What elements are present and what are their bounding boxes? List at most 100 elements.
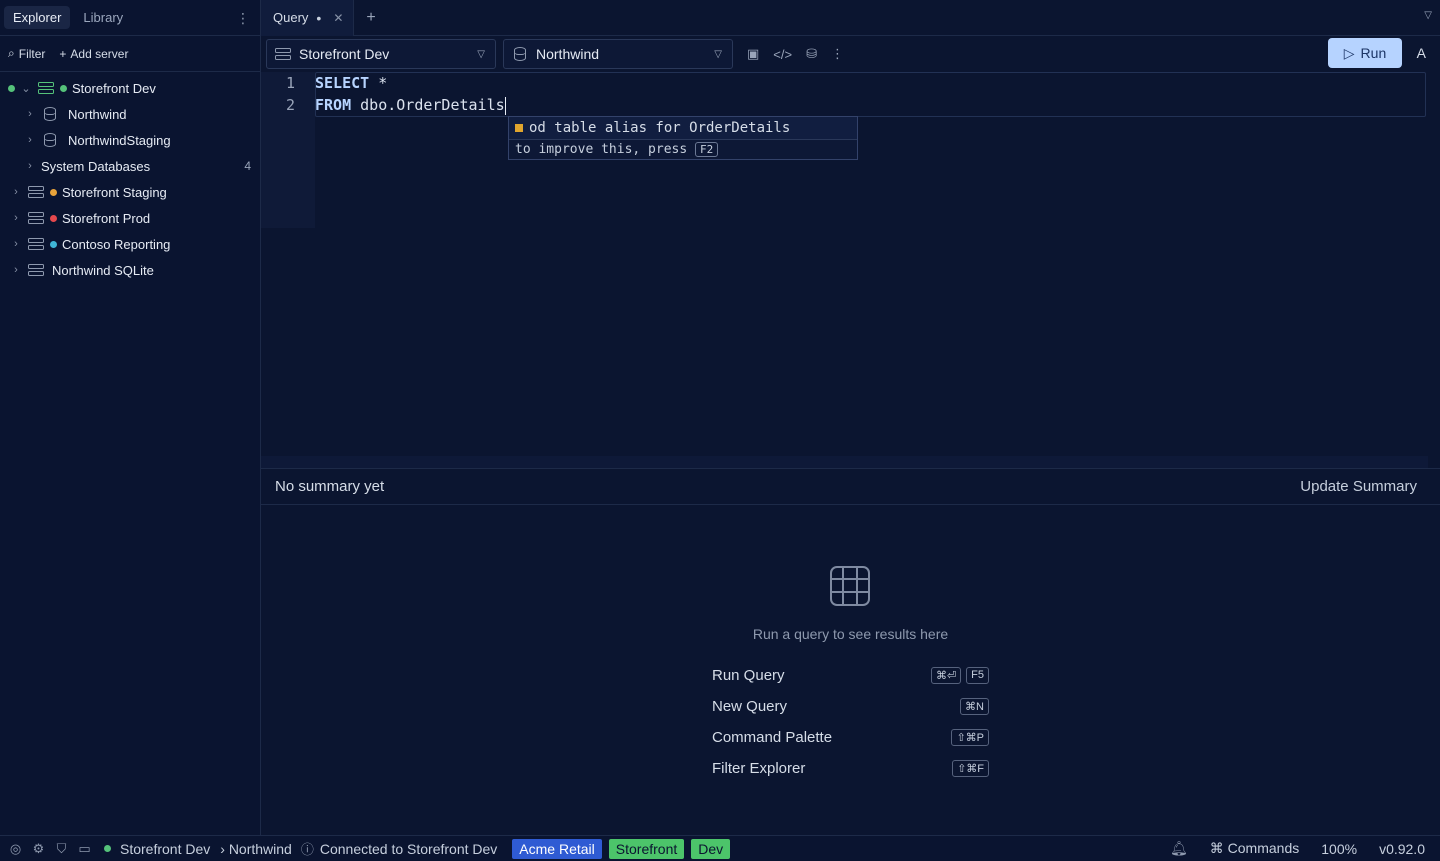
database-search-icon[interactable]: ⛁ (806, 46, 817, 62)
info-icon: ⓘ (300, 842, 314, 857)
code-line: SELECT * (315, 72, 506, 94)
tree-item-northwind[interactable]: › Northwind (0, 101, 260, 127)
database-select[interactable]: Northwind ▽ (503, 39, 733, 69)
activity-icon[interactable]: ▭ (77, 841, 92, 857)
gear-icon[interactable]: ⚙ (31, 841, 46, 857)
code-icon[interactable]: </> (773, 47, 792, 62)
tab-query[interactable]: Query • ✕ (261, 0, 355, 36)
status-connected-text: Connected to Storefront Dev (319, 840, 498, 857)
tab-explorer[interactable]: Explorer (4, 6, 71, 29)
horizontal-scrollbar[interactable] (261, 456, 1428, 468)
sql-editor[interactable]: 1 2 SELECT * FROM dbo.OrderDetails od ta… (261, 72, 1440, 468)
search-icon: ⌕ (8, 46, 15, 60)
env-dot (60, 84, 67, 92)
version-label: v0.92.0 (1379, 840, 1425, 857)
server-icon (28, 212, 44, 224)
shortcut-keys: ⌘⏎ F5 (930, 667, 989, 684)
code-lines[interactable]: SELECT * FROM dbo.OrderDetails (315, 72, 507, 116)
chevron-right-icon[interactable]: › (24, 134, 36, 146)
server-icon (275, 48, 291, 60)
toolbar-extra-button[interactable]: A (1417, 45, 1426, 61)
filter-button[interactable]: ⌕ Filter (8, 46, 45, 61)
chevron-down-icon[interactable]: ▽ (1424, 10, 1432, 21)
server-icon (28, 264, 44, 276)
database-icon (44, 107, 56, 121)
shortcut-command-palette[interactable]: Command Palette ⇧⌘P (712, 722, 989, 753)
shortcut-key: ⇧⌘P (951, 729, 989, 746)
shortcut-key: F5 (966, 667, 989, 684)
shortcut-new-query[interactable]: New Query ⌘N (712, 691, 989, 722)
run-label: Run (1360, 45, 1387, 61)
tree-item-label: Storefront Staging (62, 184, 167, 200)
chevron-down-icon: ▽ (477, 48, 485, 60)
tree-item-label: NorthwindStaging (68, 132, 171, 148)
shortcut-label: Command Palette (712, 729, 833, 746)
command-key-icon: ⌘ (1209, 840, 1228, 856)
status-badge[interactable]: Acme Retail (512, 838, 602, 859)
connection-select[interactable]: Storefront Dev ▽ (266, 39, 496, 69)
env-dot (50, 188, 57, 196)
connected-dot (8, 84, 15, 92)
account-icon[interactable]: ◎ (8, 841, 23, 857)
tree-item-label: Contoso Reporting (62, 236, 171, 252)
tree-item-label: System Databases (41, 158, 151, 174)
status-badge[interactable]: Storefront (608, 838, 685, 859)
suggestion-item[interactable]: od table alias for OrderDetails (509, 117, 857, 139)
tree-item-northwind-sqlite[interactable]: › Northwind SQLite (0, 257, 260, 283)
suggestion-text: od table alias for OrderDetails (529, 120, 791, 136)
status-bar: ◎ ⚙ ⛉ ▭ Storefront Dev › Northwind ⓘ Con… (0, 835, 1440, 861)
close-icon[interactable]: ✕ (333, 11, 343, 25)
code-text: * (369, 74, 388, 92)
text-cursor (504, 96, 507, 115)
code-line: FROM dbo.OrderDetails (315, 94, 507, 116)
chevron-right-icon[interactable]: › (24, 160, 36, 172)
chevron-down-icon[interactable]: ⌄ (20, 82, 32, 95)
tree-item-storefront-staging[interactable]: › Storefront Staging (0, 179, 260, 205)
new-tab-plus-icon[interactable]: + (366, 9, 375, 27)
bell-icon[interactable]: 🔔︎ (1170, 840, 1188, 857)
shortcut-label: Run Query (712, 667, 785, 684)
tab-library[interactable]: Library (74, 6, 132, 29)
status-database[interactable]: › Northwind (220, 841, 292, 857)
env-dot (50, 214, 57, 222)
table-grid-icon (830, 566, 870, 606)
shortcut-list: Run Query ⌘⏎ F5 New Query ⌘N Command Pal… (712, 660, 989, 784)
line-number: 2 (285, 96, 295, 114)
server-icon (38, 82, 54, 94)
more-vertical-icon[interactable]: ⋮ (236, 10, 250, 27)
shortcut-run-query[interactable]: Run Query ⌘⏎ F5 (712, 660, 989, 691)
status-badge[interactable]: Dev (691, 838, 731, 859)
more-vertical-icon[interactable]: ⋮ (831, 46, 844, 62)
shield-icon[interactable]: ⛉ (54, 841, 69, 857)
chevron-down-icon: ▽ (714, 48, 722, 60)
status-connection[interactable]: Storefront Dev (120, 841, 210, 857)
database-icon (514, 47, 526, 61)
tree-item-storefront-prod[interactable]: › Storefront Prod (0, 205, 260, 231)
shortcut-key: ⇧⌘F (952, 760, 989, 777)
tree-item-storefront-dev[interactable]: ⌄ Storefront Dev (0, 75, 260, 101)
results-panel: Run a query to see results here Run Quer… (261, 505, 1440, 835)
add-server-button[interactable]: + Add server (59, 47, 128, 61)
update-summary-button[interactable]: Update Summary (1300, 478, 1417, 495)
tree-item-contoso-reporting[interactable]: › Contoso Reporting (0, 231, 260, 257)
sidebar: Explorer Library ⋮ ⌕ Filter + Add server… (0, 0, 261, 835)
chevron-right-icon[interactable]: › (10, 186, 22, 198)
autocomplete-popup[interactable]: od table alias for OrderDetails to impro… (508, 116, 858, 160)
chevron-right-icon[interactable]: › (10, 212, 22, 224)
commands-button[interactable]: ⌘ Commands (1210, 840, 1299, 857)
chevron-right-icon[interactable]: › (24, 108, 36, 120)
add-server-label: Add server (70, 46, 129, 61)
query-toolbar: Storefront Dev ▽ Northwind ▽ ▣ </> ⛁ ⋮ ▷… (261, 36, 1440, 72)
zoom-level[interactable]: 100% (1321, 841, 1357, 857)
tree-item-label: Northwind (68, 106, 127, 122)
tree-item-system-databases[interactable]: › System Databases 4 (0, 153, 260, 179)
chevron-right-icon[interactable]: › (10, 264, 22, 276)
run-button[interactable]: ▷ Run (1328, 38, 1402, 68)
keyword: FROM (315, 96, 352, 114)
chevron-right-icon[interactable]: › (10, 238, 22, 250)
save-icon[interactable]: ▣ (747, 46, 759, 62)
tree-item-northwind-staging[interactable]: › NorthwindStaging (0, 127, 260, 153)
server-icon (28, 238, 44, 250)
shortcut-filter-explorer[interactable]: Filter Explorer ⇧⌘F (712, 753, 989, 784)
suggestion-hint: to improve this, press F2 (509, 139, 857, 159)
